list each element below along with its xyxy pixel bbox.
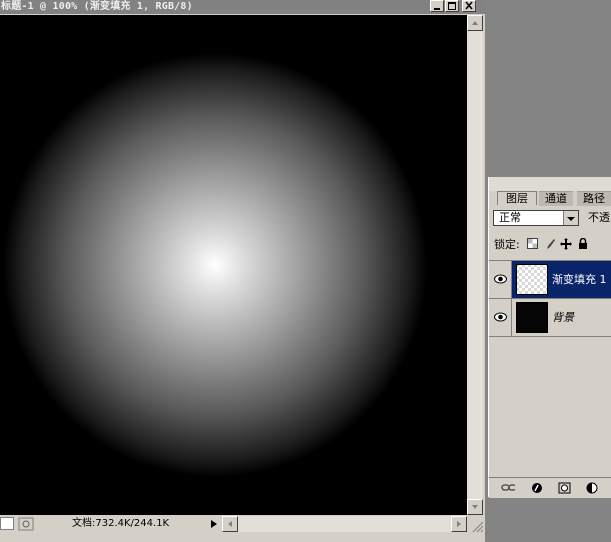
chevron-down-icon xyxy=(567,217,575,221)
document-size-text: 文档:732.4K/244.1K xyxy=(72,518,170,529)
blend-mode-dropdown-button[interactable] xyxy=(563,211,578,225)
layers-panel: 图层 通道 路径 正常 不透 锁定: 渐变填充 1 背景 xyxy=(488,177,611,498)
layer-thumbnail xyxy=(516,302,548,333)
layer-thumbnail xyxy=(516,264,548,295)
zoom-field[interactable] xyxy=(0,517,14,530)
tab-paths[interactable]: 路径 xyxy=(577,191,611,206)
vertical-scrollbar[interactable] xyxy=(467,15,483,515)
layers-panel-footer xyxy=(489,477,611,498)
opacity-label: 不透 xyxy=(588,211,610,224)
layer-separator xyxy=(489,336,611,337)
resize-grip-icon[interactable] xyxy=(467,516,485,534)
layer-row-gradient-fill[interactable]: 渐变填充 1 xyxy=(489,261,611,298)
blend-mode-value: 正常 xyxy=(499,211,521,224)
layer-mask-icon[interactable] xyxy=(558,482,572,494)
scroll-up-button[interactable] xyxy=(467,15,483,31)
status-menu-arrow-icon[interactable] xyxy=(208,517,220,531)
close-icon xyxy=(465,1,473,10)
lock-transparency-icon[interactable] xyxy=(527,238,539,250)
arrow-left-icon xyxy=(228,521,232,527)
scroll-right-button[interactable] xyxy=(451,516,467,532)
link-icon[interactable] xyxy=(501,482,515,494)
layer-name: 渐变填充 1 xyxy=(552,273,607,286)
maximize-icon xyxy=(448,2,456,10)
minimize-button[interactable] xyxy=(430,0,444,12)
document-window: 标题-1 @ 100% (渐变填充 1, RGB/8) 文档:732.4K/24… xyxy=(0,0,485,542)
layer-row-background[interactable]: 背景 xyxy=(489,299,611,336)
image-canvas[interactable] xyxy=(0,15,467,515)
eye-icon xyxy=(494,274,507,284)
panel-tabs: 图层 通道 路径 xyxy=(489,191,611,206)
adjustment-layer-icon[interactable] xyxy=(586,482,600,494)
document-title: 标题-1 @ 100% (渐变填充 1, RGB/8) xyxy=(1,1,193,12)
tab-channels[interactable]: 通道 xyxy=(539,191,573,206)
scroll-down-button[interactable] xyxy=(467,499,483,515)
tab-layers[interactable]: 图层 xyxy=(497,191,537,205)
close-button[interactable] xyxy=(462,0,476,12)
horizontal-scrollbar[interactable] xyxy=(222,516,467,532)
document-titlebar[interactable]: 标题-1 @ 100% (渐变填充 1, RGB/8) xyxy=(0,0,485,14)
eye-icon xyxy=(494,312,507,322)
lock-brush-icon[interactable] xyxy=(544,238,556,250)
lock-label: 锁定: xyxy=(494,238,520,251)
arrow-up-icon xyxy=(472,21,478,25)
visibility-toggle[interactable] xyxy=(489,299,512,336)
layer-style-icon[interactable] xyxy=(531,482,545,494)
panel-titlebar[interactable] xyxy=(489,177,611,191)
minimize-icon xyxy=(434,8,440,10)
maximize-button[interactable] xyxy=(445,0,459,12)
scroll-left-button[interactable] xyxy=(222,516,238,532)
document-info-icon[interactable] xyxy=(18,517,34,531)
blend-mode-select[interactable]: 正常 xyxy=(493,210,579,226)
lock-all-icon[interactable] xyxy=(577,238,589,250)
arrow-down-icon xyxy=(472,505,478,509)
lock-move-icon[interactable] xyxy=(560,238,572,250)
layer-name: 背景 xyxy=(552,311,574,324)
arrow-right-icon xyxy=(457,521,461,527)
visibility-toggle[interactable] xyxy=(489,261,512,298)
